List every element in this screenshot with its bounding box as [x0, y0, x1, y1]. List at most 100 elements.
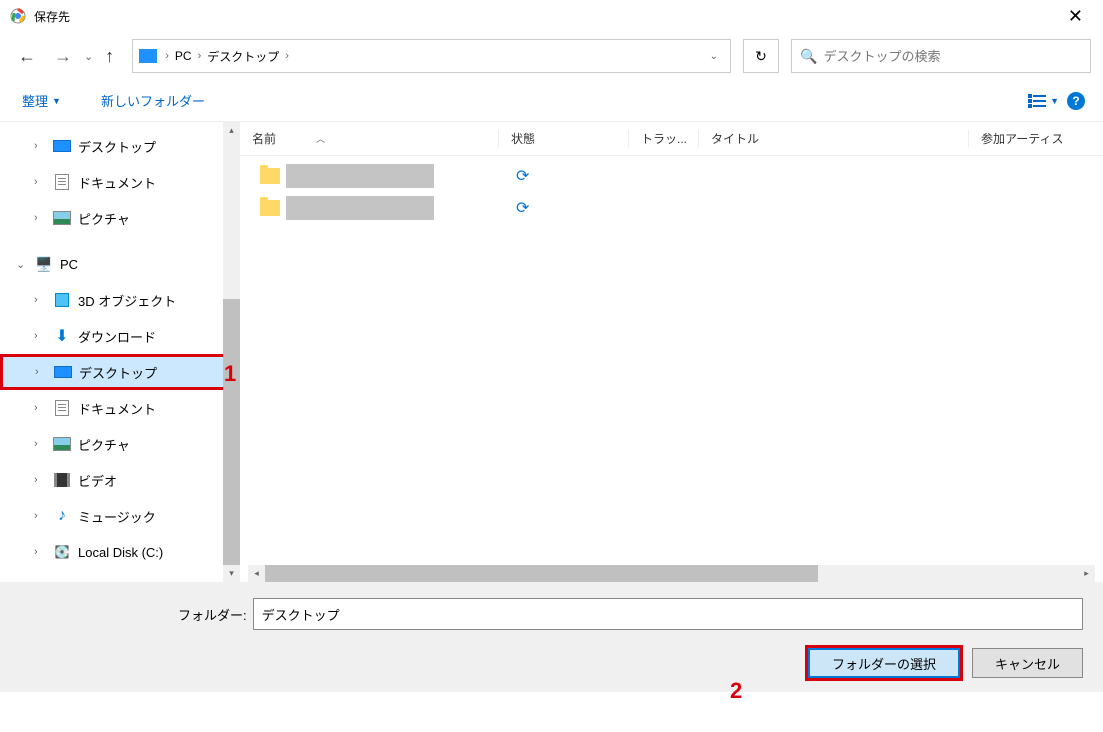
sidebar-item-videos[interactable]: › ビデオ — [0, 462, 240, 498]
document-icon — [52, 174, 72, 190]
refresh-button[interactable]: ↻ — [743, 39, 779, 73]
sidebar-item-desktop-quick[interactable]: › デスクトップ — [0, 128, 240, 164]
sidebar-item-label: ミュージック — [78, 507, 156, 526]
sidebar-item-label: ドキュメント — [78, 173, 156, 192]
scroll-right-button[interactable]: ▸ — [1078, 565, 1095, 582]
expander-icon[interactable]: › — [34, 546, 46, 558]
sidebar-item-downloads[interactable]: › ⬇ ダウンロード — [0, 318, 240, 354]
breadcrumb-pc[interactable]: PC — [171, 49, 196, 63]
sync-icon: ⟳ — [516, 198, 529, 218]
breadcrumb-sep-icon[interactable]: › — [163, 50, 171, 62]
sort-asc-icon: ︿ — [316, 132, 325, 145]
scroll-down-button[interactable]: ▾ — [223, 565, 240, 582]
new-folder-button[interactable]: 新しいフォルダー — [97, 87, 209, 114]
folder-name-input[interactable] — [253, 598, 1083, 630]
select-folder-button[interactable]: フォルダーの選択 — [808, 648, 960, 678]
close-button[interactable]: ✕ — [1058, 2, 1093, 31]
folder-icon — [260, 200, 280, 216]
sync-icon: ⟳ — [516, 166, 529, 186]
content-pane: 名前︿ 状態 トラッ... タイトル 参加アーティス ⟳ ⟳ ◂ ▸ — [240, 122, 1103, 582]
annotation-2: 2 — [730, 678, 742, 704]
sidebar-item-pictures[interactable]: › ピクチャ — [0, 426, 240, 462]
sidebar-item-3d-objects[interactable]: › 3D オブジェクト — [0, 282, 240, 318]
expander-icon[interactable]: › — [34, 212, 46, 224]
address-bar[interactable]: › PC › デスクトップ › ⌄ — [132, 39, 731, 73]
column-headers: 名前︿ 状態 トラッ... タイトル 参加アーティス — [240, 122, 1103, 156]
sidebar-item-label: 3D オブジェクト — [78, 291, 176, 310]
breadcrumb-sep-icon[interactable]: › — [283, 50, 291, 62]
file-row[interactable]: ⟳ — [240, 192, 1103, 224]
chevron-down-icon: ▼ — [1050, 96, 1059, 106]
nav-forward-button[interactable]: → — [48, 42, 78, 71]
sidebar-item-documents-quick[interactable]: › ドキュメント — [0, 164, 240, 200]
redacted-name — [286, 196, 434, 220]
nav-history-dropdown[interactable]: ⌄ — [84, 50, 93, 63]
sidebar-item-pictures-quick[interactable]: › ピクチャ — [0, 200, 240, 236]
sidebar-item-localdisk[interactable]: › 💽 Local Disk (C:) — [0, 534, 240, 570]
help-button[interactable]: ? — [1067, 92, 1085, 110]
address-dropdown-icon[interactable]: ⌄ — [704, 51, 724, 62]
expander-icon[interactable]: › — [34, 176, 46, 188]
horizontal-scrollbar[interactable]: ◂ ▸ — [248, 565, 1095, 582]
view-menu[interactable]: ▼ — [1028, 94, 1059, 108]
collapse-icon[interactable]: ⌄ — [16, 258, 28, 271]
pc-icon — [139, 49, 157, 63]
redacted-name — [286, 164, 434, 188]
column-header-status[interactable]: 状態 — [498, 130, 628, 147]
search-box[interactable]: 🔍 — [791, 39, 1091, 73]
column-header-title[interactable]: タイトル — [698, 130, 968, 147]
sidebar-scrollbar[interactable]: ▴ ▾ — [223, 122, 240, 582]
nav-up-button[interactable]: ↑ — [99, 42, 120, 71]
organize-label: 整理 — [22, 91, 48, 110]
main-area: › デスクトップ › ドキュメント › ピクチャ ⌄ 🖥️ PC › — [0, 122, 1103, 582]
navbar: ← → ⌄ ↑ › PC › デスクトップ › ⌄ ↻ 🔍 — [0, 32, 1103, 80]
button-row: フォルダーの選択 キャンセル — [20, 648, 1083, 678]
expander-icon[interactable]: › — [34, 474, 46, 486]
scrollbar-thumb[interactable] — [265, 565, 818, 582]
expander-icon[interactable]: › — [34, 140, 46, 152]
organize-menu[interactable]: 整理▼ — [18, 87, 65, 114]
sidebar-item-pc[interactable]: ⌄ 🖥️ PC — [0, 246, 240, 282]
disk-icon: 💽 — [52, 544, 72, 560]
scroll-left-button[interactable]: ◂ — [248, 565, 265, 582]
expander-icon[interactable]: › — [34, 330, 46, 342]
scroll-up-button[interactable]: ▴ — [223, 122, 240, 139]
expander-icon[interactable]: › — [34, 438, 46, 450]
download-icon: ⬇ — [52, 328, 72, 344]
pc-icon: 🖥️ — [34, 256, 54, 272]
expander-icon[interactable]: › — [35, 366, 47, 378]
column-header-track[interactable]: トラッ... — [628, 130, 698, 147]
search-icon: 🔍 — [800, 48, 817, 65]
folder-name-row: フォルダー: — [20, 598, 1083, 630]
expander-icon[interactable]: › — [34, 294, 46, 306]
scrollbar-thumb[interactable] — [223, 299, 240, 579]
expander-icon[interactable]: › — [34, 402, 46, 414]
breadcrumb-sep-icon[interactable]: › — [196, 50, 204, 62]
sidebar-item-label: Local Disk (C:) — [78, 545, 163, 560]
sidebar-item-music[interactable]: › ♪ ミュージック — [0, 498, 240, 534]
scrollbar-track[interactable] — [265, 565, 1078, 582]
monitor-icon — [53, 364, 73, 380]
cancel-button[interactable]: キャンセル — [972, 648, 1083, 678]
sidebar-item-label: ピクチャ — [78, 435, 130, 454]
search-input[interactable] — [823, 49, 1082, 64]
titlebar: 保存先 ✕ — [0, 0, 1103, 32]
scrollbar-track[interactable] — [223, 139, 240, 565]
nav-back-button[interactable]: ← — [12, 42, 42, 71]
sidebar-item-documents[interactable]: › ドキュメント — [0, 390, 240, 426]
annotation-1: 1 — [224, 361, 236, 387]
file-row[interactable]: ⟳ — [240, 160, 1103, 192]
column-header-artist[interactable]: 参加アーティス — [968, 130, 1103, 147]
file-list: ⟳ ⟳ — [240, 156, 1103, 228]
video-icon — [52, 472, 72, 488]
expander-icon[interactable]: › — [34, 510, 46, 522]
sidebar-item-label: デスクトップ — [78, 137, 156, 156]
sidebar-item-desktop[interactable]: › デスクトップ — [0, 354, 240, 390]
sidebar-item-label: デスクトップ — [79, 363, 157, 382]
toolbar: 整理▼ 新しいフォルダー ▼ ? — [0, 80, 1103, 122]
sidebar-item-label: ダウンロード — [78, 327, 156, 346]
window-title: 保存先 — [34, 8, 70, 25]
breadcrumb-desktop[interactable]: デスクトップ — [203, 48, 283, 65]
column-header-name[interactable]: 名前︿ — [240, 130, 498, 147]
new-folder-label: 新しいフォルダー — [101, 91, 205, 110]
